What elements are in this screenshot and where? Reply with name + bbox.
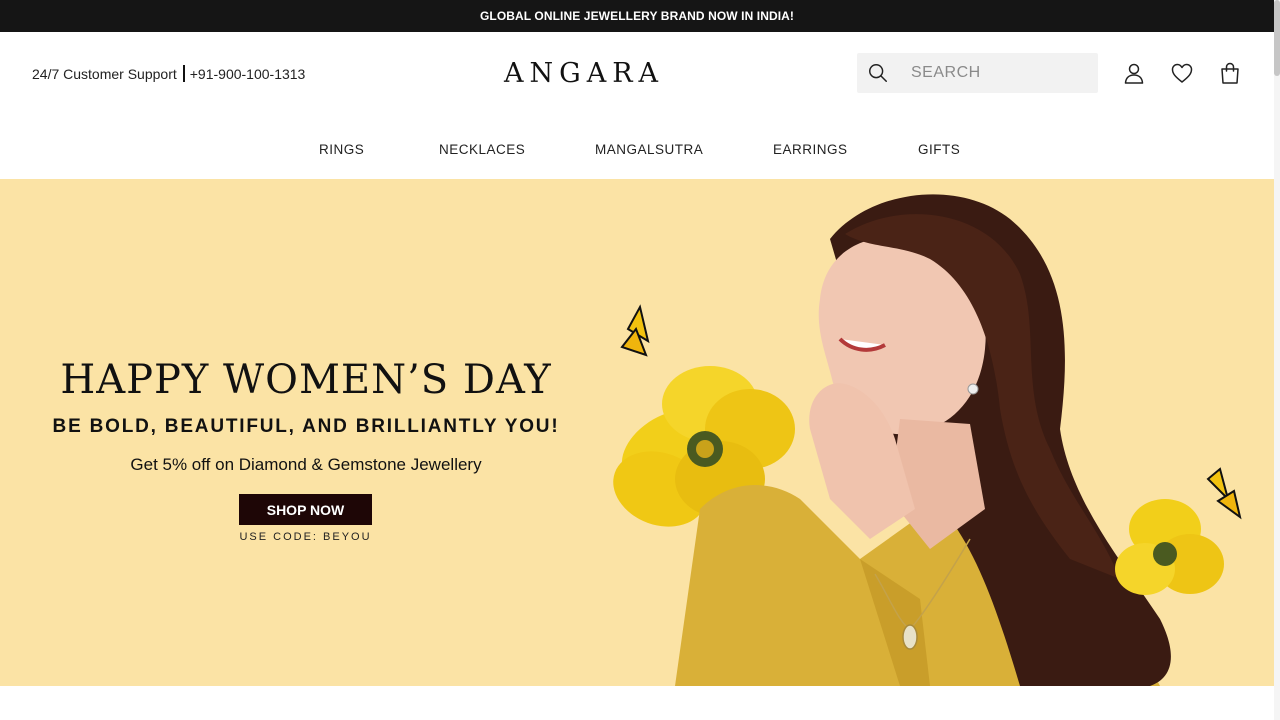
support-label: 24/7 Customer Support: [32, 65, 177, 82]
hero-banner[interactable]: HAPPY WOMEN’S DAY BE BOLD, BEAUTIFUL, AN…: [0, 179, 1274, 686]
shop-now-button[interactable]: SHOP NOW: [239, 494, 372, 525]
site-header: 24/7 Customer Support +91-900-100-1313 A…: [0, 32, 1274, 179]
butterfly-illustration: [620, 304, 650, 357]
hero-title: HAPPY WOMEN’S DAY: [60, 357, 552, 403]
search-input[interactable]: [909, 63, 1083, 83]
hero-model-image: [613, 194, 1242, 686]
flower-illustration-right: [1115, 499, 1224, 595]
heart-icon[interactable]: [1170, 61, 1194, 85]
customer-support: 24/7 Customer Support +91-900-100-1313: [32, 65, 305, 82]
page-scrollbar[interactable]: [1274, 0, 1280, 720]
announcement-text: GLOBAL ONLINE JEWELLERY BRAND NOW IN IND…: [479, 9, 795, 23]
page-bottom-area: [0, 686, 1274, 720]
search-icon[interactable]: [867, 62, 889, 84]
brand-logo[interactable]: ANGARA: [504, 58, 664, 89]
main-nav: RINGS NECKLACES MANGALSUTRA EARRINGS GIF…: [0, 142, 1274, 162]
hero-offer-text: Get 5% off on Diamond & Gemstone Jewelle…: [130, 455, 482, 474]
support-phone-link[interactable]: +91-900-100-1313: [190, 66, 306, 82]
nav-item-rings[interactable]: RINGS: [319, 142, 364, 157]
hero-subtitle: BE BOLD, BEAUTIFUL, AND BRILLIANTLY YOU!: [52, 416, 560, 437]
search-box[interactable]: [857, 53, 1098, 93]
bag-icon[interactable]: [1218, 61, 1242, 85]
user-icon[interactable]: [1122, 61, 1146, 85]
nav-item-necklaces[interactable]: NECKLACES: [439, 142, 525, 157]
nav-item-mangalsutra[interactable]: MANGALSUTRA: [595, 142, 703, 157]
support-divider: [182, 65, 185, 82]
announcement-bar: GLOBAL ONLINE JEWELLERY BRAND NOW IN IND…: [0, 0, 1274, 32]
nav-item-earrings[interactable]: EARRINGS: [773, 142, 848, 157]
nav-item-gifts[interactable]: GIFTS: [918, 142, 960, 157]
scrollbar-thumb[interactable]: [1274, 0, 1280, 76]
promo-code-text: USE CODE: BEYOU: [239, 531, 372, 543]
